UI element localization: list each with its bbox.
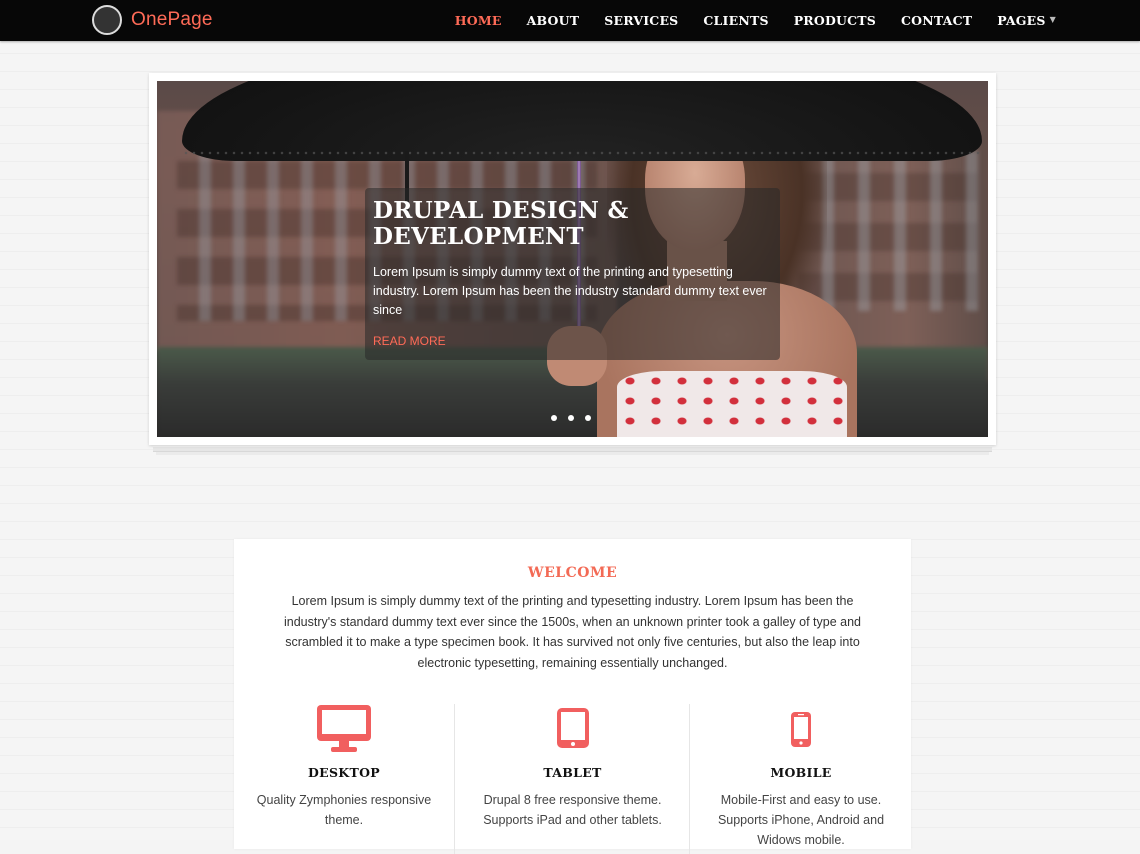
welcome-text: Lorem Ipsum is simply dummy text of the … xyxy=(283,594,862,670)
feature-title: DESKTOP xyxy=(308,765,380,780)
feature-text: Drupal 8 free responsive theme. Supports… xyxy=(483,793,662,827)
nav-item-products[interactable]: PRODUCTS xyxy=(794,13,876,28)
hero-slider: DRUPAL DESIGN & DEVELOPMENT Lorem Ipsum … xyxy=(149,73,996,445)
slider-shadow-layer xyxy=(156,452,989,455)
main-menu: HOME ABOUT SERVICES CLIENTS PRODUCTS CON… xyxy=(430,0,1056,41)
feature-title: TABLET xyxy=(543,765,602,780)
mobile-icon xyxy=(791,712,811,747)
nav-item-about[interactable]: ABOUT xyxy=(527,13,580,28)
top-navbar: OnePage HOME ABOUT SERVICES CLIENTS PROD… xyxy=(0,0,1140,41)
slide-text: Lorem Ipsum is simply dummy text of the … xyxy=(373,265,767,317)
feature-mobile: MOBILE Mobile-First and easy to use. Sup… xyxy=(689,704,912,854)
desktop-icon xyxy=(317,705,371,752)
welcome-section: WELCOME Lorem Ipsum is simply dummy text… xyxy=(234,539,911,854)
nav-item-pages-label: PAGES xyxy=(997,13,1046,28)
feature-tablet: TABLET Drupal 8 free responsive theme. S… xyxy=(454,704,690,854)
logo-icon xyxy=(92,5,122,35)
welcome-title: WELCOME xyxy=(527,565,618,581)
read-more-link[interactable]: READ MORE xyxy=(373,334,446,348)
nav-item-pages[interactable]: PAGES ▼ xyxy=(997,13,1056,28)
feature-text: Quality Zymphonies responsive theme. xyxy=(256,793,432,827)
site-logo[interactable]: OnePage xyxy=(92,3,213,37)
features-row: DESKTOP Quality Zymphonies responsive th… xyxy=(234,704,911,854)
caret-down-icon: ▼ xyxy=(1049,14,1056,24)
nav-item-home[interactable]: HOME xyxy=(455,13,502,28)
nav-item-contact[interactable]: CONTACT xyxy=(901,13,972,28)
slide-caption: DRUPAL DESIGN & DEVELOPMENT Lorem Ipsum … xyxy=(365,188,780,360)
slider-dot[interactable] xyxy=(568,415,574,421)
site-name: OnePage xyxy=(131,9,213,30)
slider-shadow-layer xyxy=(153,447,992,452)
feature-title: MOBILE xyxy=(770,765,832,780)
umbrella-lace xyxy=(182,149,982,157)
nav-item-clients[interactable]: CLIENTS xyxy=(703,13,768,28)
feature-text: Mobile-First and easy to use. Supports i… xyxy=(717,793,885,847)
nav-item-services[interactable]: SERVICES xyxy=(604,13,678,28)
slider-pager xyxy=(551,415,602,421)
slider-dot[interactable] xyxy=(585,415,591,421)
tablet-icon xyxy=(556,708,589,748)
slide-title: DRUPAL DESIGN & DEVELOPMENT xyxy=(373,197,629,250)
feature-desktop: DESKTOP Quality Zymphonies responsive th… xyxy=(234,704,454,854)
slider-dot[interactable] xyxy=(551,415,557,421)
slide-image: DRUPAL DESIGN & DEVELOPMENT Lorem Ipsum … xyxy=(157,81,988,437)
person-dress xyxy=(617,371,847,437)
